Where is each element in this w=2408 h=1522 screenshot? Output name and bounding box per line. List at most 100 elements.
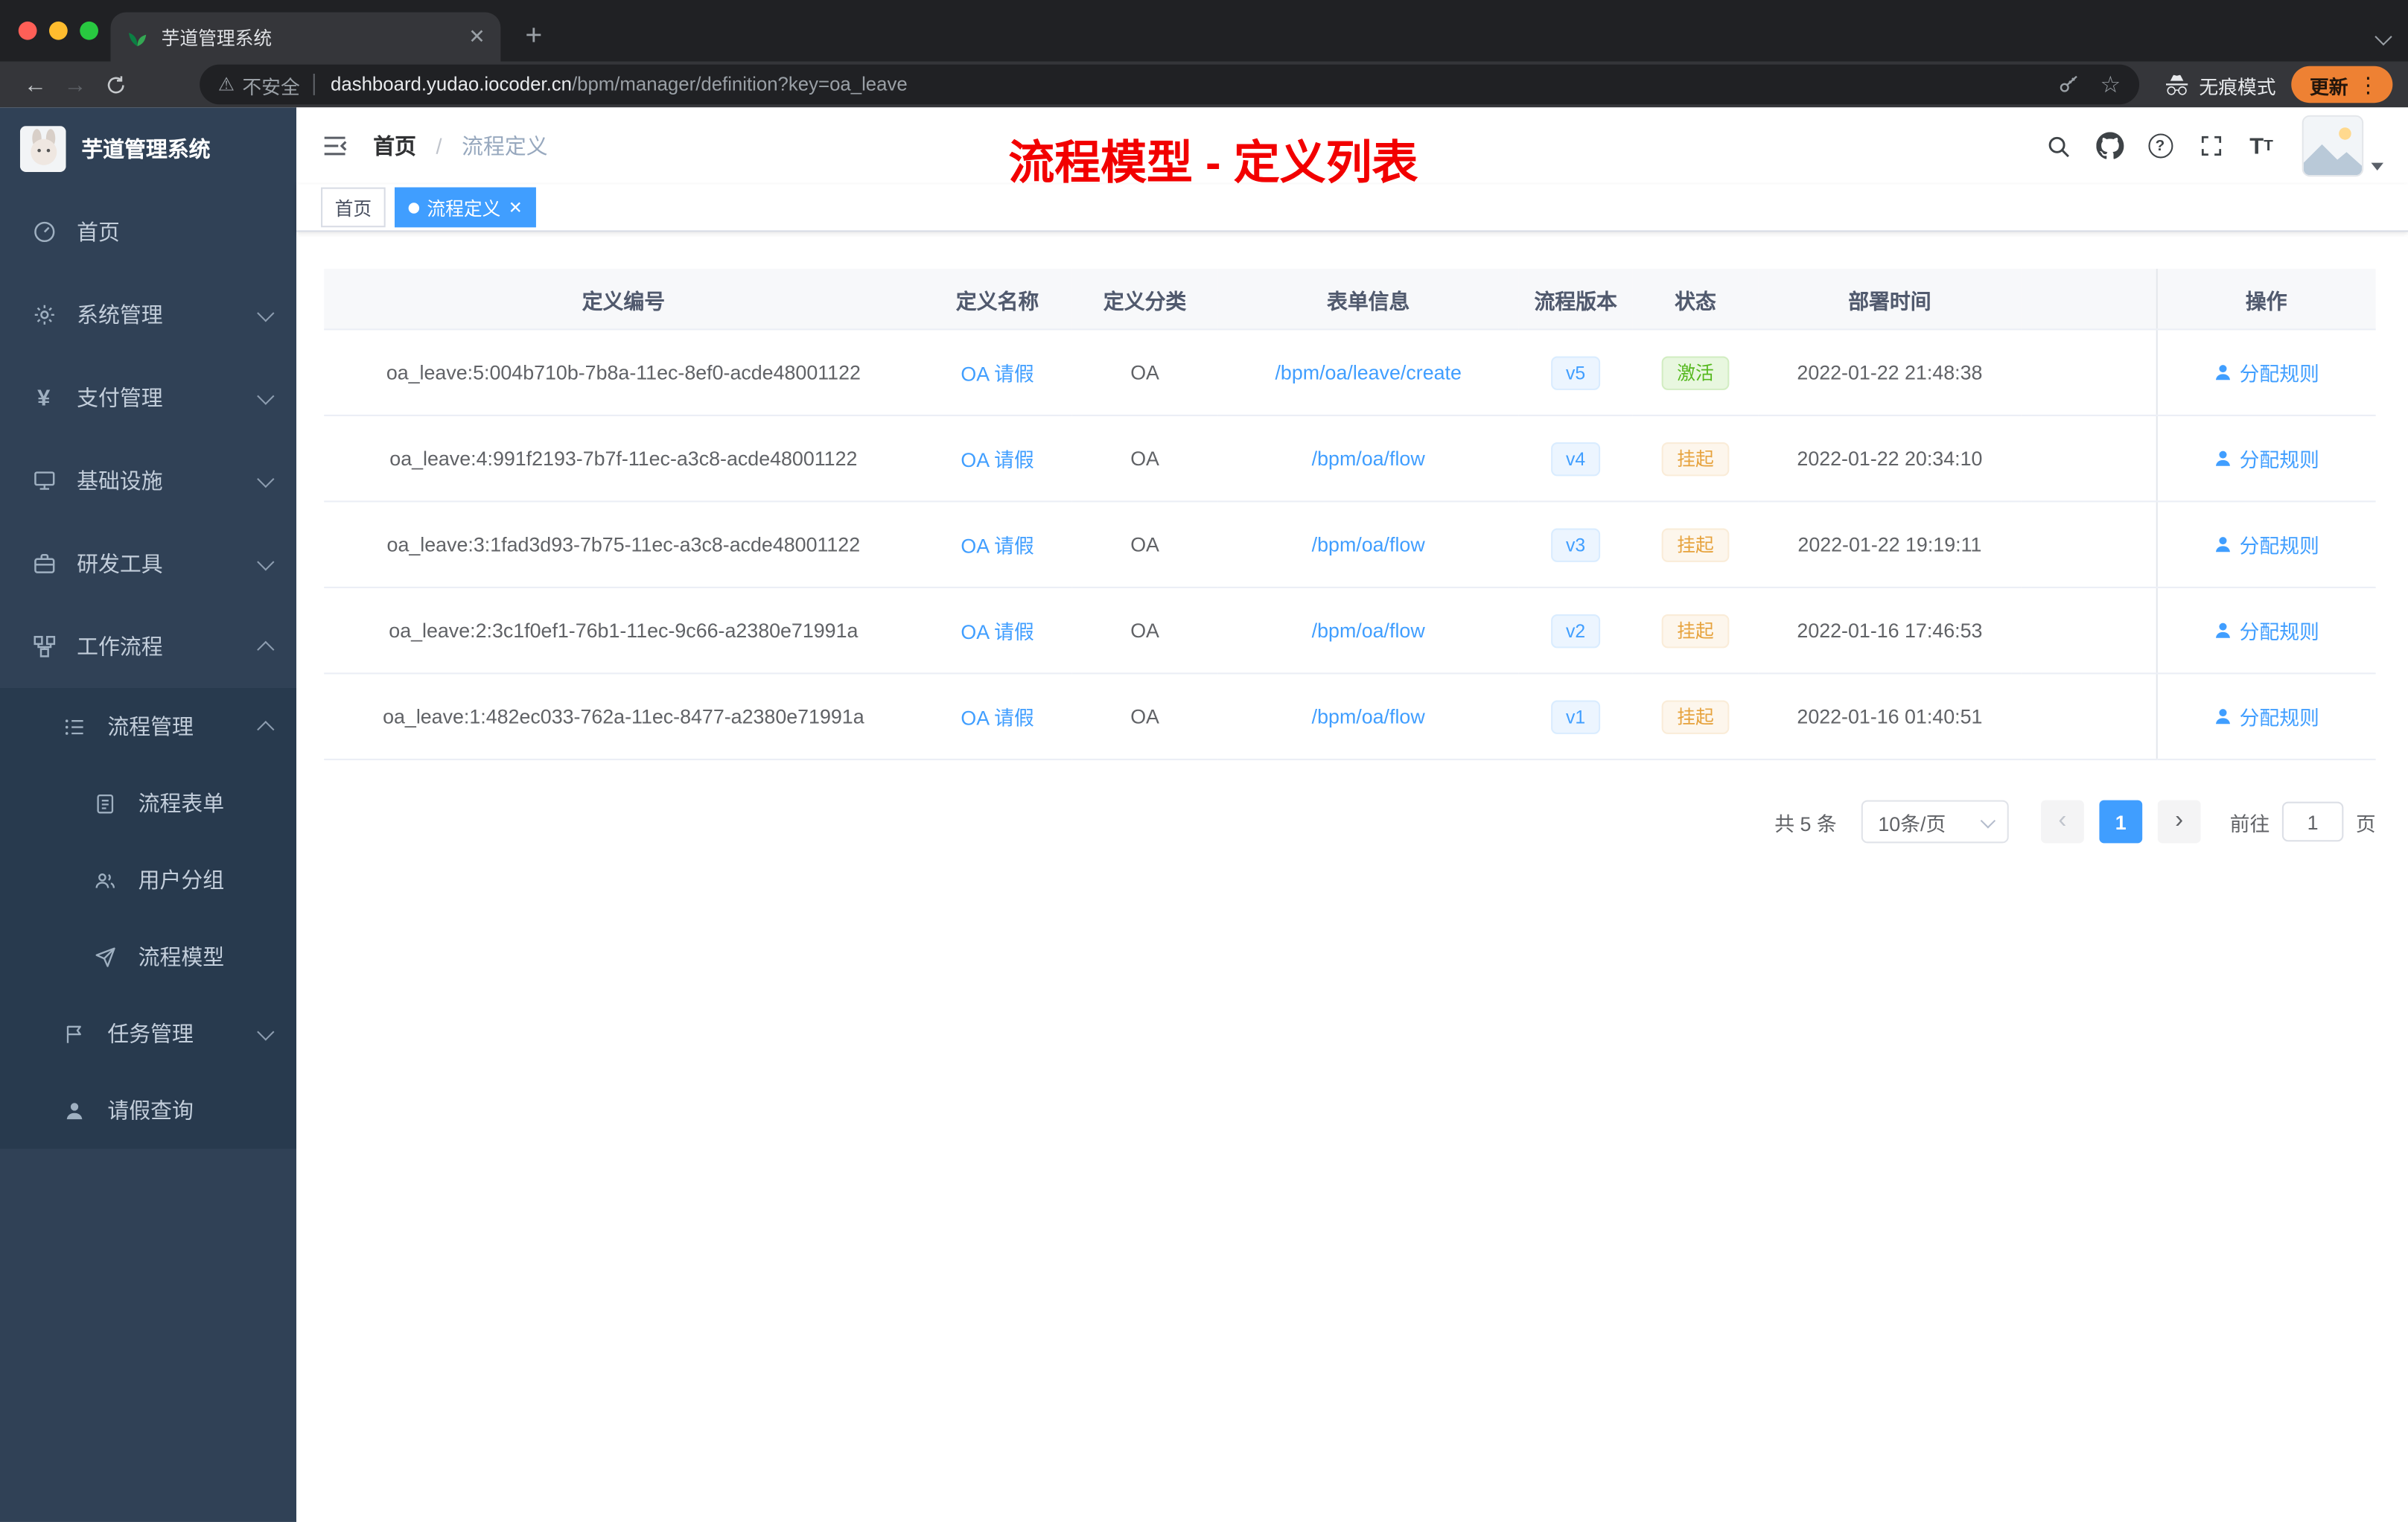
person-icon (2216, 623, 2231, 638)
table-header-row: 定义编号 定义名称 定义分类 表单信息 流程版本 状态 部署时间 操作 (324, 268, 2376, 331)
user-group-icon (92, 867, 118, 893)
update-browser-button[interactable]: 更新 ⋮ (2291, 66, 2393, 104)
logo-avatar (19, 126, 66, 172)
fullscreen-icon[interactable] (2185, 133, 2236, 158)
sidebar-item-system[interactable]: 系统管理 (0, 273, 296, 356)
gear-icon (31, 302, 57, 328)
sidebar-item-process-management[interactable]: 流程管理 (0, 688, 296, 765)
menu-label: 用户分组 (138, 867, 225, 893)
assign-rule-link[interactable]: 分配规则 (2214, 530, 2319, 559)
definition-name-link[interactable]: OA 请假 (961, 620, 1033, 643)
definition-id: oa_leave:5:004b710b-7b8a-11ec-8ef0-acde4… (386, 360, 861, 384)
definition-category: OA (1130, 532, 1159, 556)
breadcrumb-separator: / (436, 133, 442, 159)
sidebar-item-process-form[interactable]: 流程表单 (0, 765, 296, 841)
font-size-icon[interactable]: TT (2236, 133, 2287, 159)
dashboard-icon (31, 219, 57, 245)
deploy-time: 2022-01-22 20:34:10 (1797, 447, 1983, 471)
red-annotation-title: 流程模型 - 定义列表 (1008, 138, 1418, 189)
password-key-icon[interactable] (2057, 74, 2079, 95)
assign-rule-link[interactable]: 分配规则 (2214, 358, 2319, 387)
workflow-icon (31, 634, 57, 660)
tag-label: 首页 (334, 197, 372, 219)
tags-view: 首页 流程定义 ✕ (296, 184, 2408, 232)
app-logo: 芋道管理系统 (0, 107, 296, 190)
col-definition-name: 定义名称 (923, 268, 1072, 331)
browser-tab[interactable]: 芋道管理系统 ✕ (110, 12, 501, 62)
incognito-icon (2165, 74, 2188, 95)
definition-name-link[interactable]: OA 请假 (961, 707, 1033, 730)
assign-rule-link[interactable]: 分配规则 (2214, 702, 2319, 731)
maximize-window-button[interactable] (80, 21, 98, 40)
menu-label: 请假查询 (107, 1098, 194, 1123)
sidebar-item-devtools[interactable]: 研发工具 (0, 522, 296, 605)
chevron-down-icon (257, 386, 275, 404)
sidebar-item-workflow[interactable]: 工作流程 (0, 605, 296, 688)
tag-close-icon[interactable]: ✕ (509, 197, 523, 217)
search-icon[interactable] (2033, 133, 2084, 159)
page-size-select[interactable]: 10条/页 (1861, 800, 2009, 844)
definition-category: OA (1130, 360, 1159, 384)
new-tab-button[interactable]: + (525, 22, 542, 51)
close-window-button[interactable] (18, 21, 37, 40)
sidebar-item-payment[interactable]: ¥ 支付管理 (0, 357, 296, 439)
col-process-version: 流程版本 (1518, 268, 1633, 331)
bookmark-star-icon[interactable]: ☆ (2100, 71, 2121, 98)
col-definition-category: 定义分类 (1071, 268, 1218, 331)
incognito-label: 无痕模式 (2199, 76, 2276, 98)
tag-home[interactable]: 首页 (321, 187, 386, 228)
next-page-button[interactable]: › (2157, 800, 2201, 844)
form-link[interactable]: /bpm/oa/leave/create (1275, 361, 1461, 384)
divider (313, 74, 316, 95)
reload-button[interactable] (95, 73, 136, 96)
github-icon[interactable] (2084, 132, 2135, 159)
definition-id: oa_leave:1:482ec033-762a-11ec-8477-a2380… (383, 704, 864, 728)
goto-page-input[interactable] (2281, 801, 2344, 842)
caret-down-icon (2371, 162, 2383, 171)
tab-close-icon[interactable]: ✕ (468, 25, 485, 49)
back-button[interactable]: ← (16, 71, 56, 98)
tools-icon (31, 550, 57, 576)
page: 芋道管理系统 ✕ + ← → ⚠ 不安全 dashboard.yudao.ioc… (0, 0, 2408, 1522)
sidebar-item-process-model[interactable]: 流程模型 (0, 918, 296, 995)
assign-rule-link[interactable]: 分配规则 (2214, 444, 2319, 473)
sidebar-item-home[interactable]: 首页 (0, 191, 296, 273)
deploy-time: 2022-01-16 17:46:53 (1797, 619, 1983, 643)
deploy-time: 2022-01-22 19:19:11 (1797, 532, 1982, 556)
form-link[interactable]: /bpm/oa/flow (1312, 447, 1425, 470)
page-1-button[interactable]: 1 (2099, 800, 2143, 844)
browser-menu-kebab-icon[interactable]: ⋮ (2357, 71, 2379, 98)
status-tag: 挂起 (1661, 527, 1730, 561)
sidebar-toggle-hamburger-icon[interactable] (321, 132, 348, 159)
col-actions: 操作 (2155, 268, 2376, 331)
minimize-window-button[interactable] (49, 21, 68, 40)
definition-name-link[interactable]: OA 请假 (961, 448, 1033, 471)
chevron-down-icon (1980, 812, 1996, 828)
breadcrumb-home-link[interactable]: 首页 (373, 133, 416, 158)
definition-name-link[interactable]: OA 请假 (961, 535, 1033, 558)
menu-label: 流程管理 (107, 714, 194, 739)
definition-name-link[interactable]: OA 请假 (961, 363, 1033, 386)
goto-label: 前往 (2229, 812, 2270, 835)
sidebar: 芋道管理系统 首页 系统管理 ¥ 支付管理 基础设施 研发工具 工作流程 流程管… (0, 107, 297, 1522)
user-menu[interactable] (2302, 115, 2383, 177)
sidebar-item-task-management[interactable]: 任务管理 (0, 996, 296, 1072)
tab-search-chevron-icon[interactable] (2374, 23, 2392, 51)
person-icon (2216, 365, 2231, 380)
address-bar[interactable]: ⚠ 不安全 dashboard.yudao.iocoder.cn/bpm/man… (200, 64, 2139, 105)
prev-page-button[interactable]: ‹ (2040, 800, 2084, 844)
help-icon[interactable]: ? (2135, 133, 2185, 159)
form-link[interactable]: /bpm/oa/flow (1312, 705, 1425, 728)
tag-process-definition[interactable]: 流程定义 ✕ (395, 187, 537, 228)
update-label: 更新 (2309, 76, 2348, 98)
assign-rule-link[interactable]: 分配规则 (2214, 616, 2319, 645)
definition-id: oa_leave:2:3c1f0ef1-76b1-11ec-9c66-a2380… (389, 619, 859, 643)
forward-button[interactable]: → (55, 71, 95, 98)
table-row: oa_leave:5:004b710b-7b8a-11ec-8ef0-acde4… (324, 329, 2376, 416)
form-link[interactable]: /bpm/oa/flow (1312, 619, 1425, 642)
form-link[interactable]: /bpm/oa/flow (1312, 533, 1425, 556)
sidebar-item-leave-query[interactable]: 请假查询 (0, 1072, 296, 1149)
sidebar-item-infrastructure[interactable]: 基础设施 (0, 439, 296, 522)
sidebar-item-user-group[interactable]: 用户分组 (0, 841, 296, 918)
incognito-badge: 无痕模式 (2164, 70, 2276, 99)
